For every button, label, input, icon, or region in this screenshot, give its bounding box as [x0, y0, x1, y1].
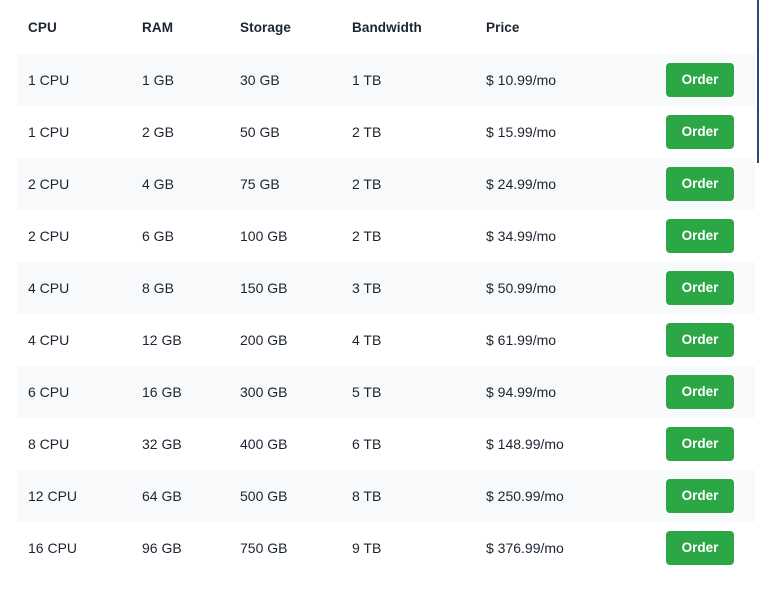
- column-header-price: Price: [486, 0, 666, 54]
- cell-cpu: 12 CPU: [18, 470, 142, 522]
- cell-storage: 400 GB: [240, 418, 352, 470]
- pricing-table-panel: CPU RAM Storage Bandwidth Price 1 CPU 1 …: [0, 0, 764, 594]
- cell-price: $ 10.99/mo: [486, 54, 666, 106]
- vertical-scrollbar-thumb[interactable]: [757, 0, 759, 163]
- cell-price: $ 15.99/mo: [486, 106, 666, 158]
- table-row: 8 CPU 32 GB 400 GB 6 TB $ 148.99/mo Orde…: [18, 418, 755, 470]
- cell-cpu: 16 CPU: [18, 522, 142, 574]
- order-button[interactable]: Order: [666, 427, 734, 461]
- cell-storage: 300 GB: [240, 366, 352, 418]
- cell-storage: 50 GB: [240, 106, 352, 158]
- cell-bandwidth: 1 TB: [352, 54, 486, 106]
- cell-ram: 96 GB: [142, 522, 240, 574]
- cell-ram: 2 GB: [142, 106, 240, 158]
- cell-storage: 500 GB: [240, 470, 352, 522]
- cell-cpu: 1 CPU: [18, 54, 142, 106]
- table-row: 4 CPU 12 GB 200 GB 4 TB $ 61.99/mo Order: [18, 314, 755, 366]
- cell-price: $ 250.99/mo: [486, 470, 666, 522]
- cell-price: $ 50.99/mo: [486, 262, 666, 314]
- cell-action: Order: [666, 470, 755, 522]
- table-row: 6 CPU 16 GB 300 GB 5 TB $ 94.99/mo Order: [18, 366, 755, 418]
- cell-ram: 4 GB: [142, 158, 240, 210]
- column-header-cpu: CPU: [18, 0, 142, 54]
- cell-price: $ 61.99/mo: [486, 314, 666, 366]
- cell-price: $ 148.99/mo: [486, 418, 666, 470]
- cell-storage: 200 GB: [240, 314, 352, 366]
- order-button[interactable]: Order: [666, 479, 734, 513]
- cell-cpu: 2 CPU: [18, 210, 142, 262]
- cell-bandwidth: 8 TB: [352, 470, 486, 522]
- cell-cpu: 1 CPU: [18, 106, 142, 158]
- cell-ram: 1 GB: [142, 54, 240, 106]
- order-button[interactable]: Order: [666, 167, 734, 201]
- cell-ram: 64 GB: [142, 470, 240, 522]
- cell-price: $ 24.99/mo: [486, 158, 666, 210]
- cell-action: Order: [666, 522, 755, 574]
- cell-action: Order: [666, 210, 755, 262]
- cell-storage: 75 GB: [240, 158, 352, 210]
- column-header-storage: Storage: [240, 0, 352, 54]
- cell-bandwidth: 4 TB: [352, 314, 486, 366]
- table-row: 1 CPU 2 GB 50 GB 2 TB $ 15.99/mo Order: [18, 106, 755, 158]
- cell-storage: 100 GB: [240, 210, 352, 262]
- cell-cpu: 6 CPU: [18, 366, 142, 418]
- table-header: CPU RAM Storage Bandwidth Price: [18, 0, 755, 54]
- column-header-bandwidth: Bandwidth: [352, 0, 486, 54]
- cell-price: $ 376.99/mo: [486, 522, 666, 574]
- order-button[interactable]: Order: [666, 271, 734, 305]
- cell-storage: 750 GB: [240, 522, 352, 574]
- cell-price: $ 94.99/mo: [486, 366, 666, 418]
- cell-bandwidth: 2 TB: [352, 106, 486, 158]
- vertical-scrollbar[interactable]: [751, 0, 764, 594]
- cell-ram: 8 GB: [142, 262, 240, 314]
- table-header-row: CPU RAM Storage Bandwidth Price: [18, 0, 755, 54]
- cell-price: $ 34.99/mo: [486, 210, 666, 262]
- cell-bandwidth: 5 TB: [352, 366, 486, 418]
- order-button[interactable]: Order: [666, 531, 734, 565]
- table-row: 1 CPU 1 GB 30 GB 1 TB $ 10.99/mo Order: [18, 54, 755, 106]
- order-button[interactable]: Order: [666, 323, 734, 357]
- cell-cpu: 8 CPU: [18, 418, 142, 470]
- cell-bandwidth: 9 TB: [352, 522, 486, 574]
- cell-action: Order: [666, 314, 755, 366]
- cell-action: Order: [666, 54, 755, 106]
- cell-ram: 16 GB: [142, 366, 240, 418]
- cell-action: Order: [666, 366, 755, 418]
- table-row: 2 CPU 6 GB 100 GB 2 TB $ 34.99/mo Order: [18, 210, 755, 262]
- cell-action: Order: [666, 418, 755, 470]
- cell-action: Order: [666, 262, 755, 314]
- table-row: 12 CPU 64 GB 500 GB 8 TB $ 250.99/mo Ord…: [18, 470, 755, 522]
- cell-storage: 30 GB: [240, 54, 352, 106]
- cell-action: Order: [666, 106, 755, 158]
- cell-ram: 32 GB: [142, 418, 240, 470]
- cell-bandwidth: 2 TB: [352, 210, 486, 262]
- cell-cpu: 4 CPU: [18, 314, 142, 366]
- cell-bandwidth: 3 TB: [352, 262, 486, 314]
- table-row: 2 CPU 4 GB 75 GB 2 TB $ 24.99/mo Order: [18, 158, 755, 210]
- column-header-ram: RAM: [142, 0, 240, 54]
- cell-ram: 6 GB: [142, 210, 240, 262]
- cell-storage: 150 GB: [240, 262, 352, 314]
- cell-bandwidth: 2 TB: [352, 158, 486, 210]
- order-button[interactable]: Order: [666, 115, 734, 149]
- order-button[interactable]: Order: [666, 63, 734, 97]
- cell-ram: 12 GB: [142, 314, 240, 366]
- table-body: 1 CPU 1 GB 30 GB 1 TB $ 10.99/mo Order 1…: [18, 54, 755, 574]
- column-header-action: [666, 0, 755, 54]
- cell-action: Order: [666, 158, 755, 210]
- cell-cpu: 4 CPU: [18, 262, 142, 314]
- table-row: 4 CPU 8 GB 150 GB 3 TB $ 50.99/mo Order: [18, 262, 755, 314]
- cell-cpu: 2 CPU: [18, 158, 142, 210]
- vps-pricing-table: CPU RAM Storage Bandwidth Price 1 CPU 1 …: [18, 0, 755, 574]
- table-row: 16 CPU 96 GB 750 GB 9 TB $ 376.99/mo Ord…: [18, 522, 755, 574]
- cell-bandwidth: 6 TB: [352, 418, 486, 470]
- order-button[interactable]: Order: [666, 219, 734, 253]
- order-button[interactable]: Order: [666, 375, 734, 409]
